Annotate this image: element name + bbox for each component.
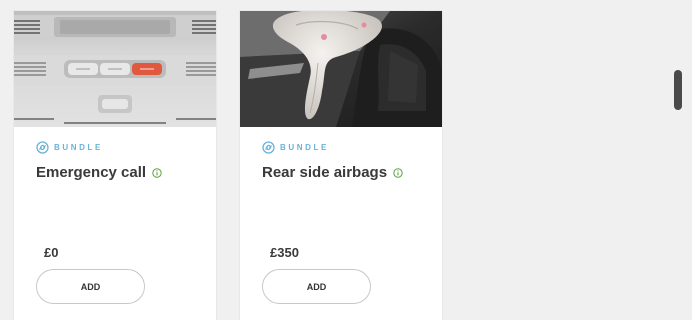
card-title-row: Emergency call (36, 164, 162, 181)
card-image (14, 11, 216, 127)
bundle-label: BUNDLE (280, 143, 329, 152)
overhead-console-image (14, 11, 216, 127)
link-icon (262, 141, 275, 154)
card-price: £0 (44, 245, 59, 260)
add-button[interactable]: ADD (36, 269, 145, 304)
card-title: Emergency call (36, 164, 147, 181)
card-price: £350 (270, 245, 299, 260)
card-title-row: Rear side airbags (262, 164, 403, 181)
card-title: Rear side airbags (262, 164, 388, 181)
scrollbar-thumb[interactable] (674, 70, 682, 110)
card-image (240, 11, 442, 127)
airbag-image (240, 11, 442, 127)
info-icon[interactable] (152, 167, 162, 178)
link-icon (36, 141, 49, 154)
bundle-tag: BUNDLE (36, 141, 103, 154)
option-card-rear-side-airbags: BUNDLE Rear side airbags £350 ADD (240, 11, 442, 320)
option-card-emergency-call: BUNDLE Emergency call £0 ADD (14, 11, 216, 320)
bundle-tag: BUNDLE (262, 141, 329, 154)
add-button[interactable]: ADD (262, 269, 371, 304)
info-icon[interactable] (393, 167, 403, 178)
product-options-view: BUNDLE Emergency call £0 ADD BUNDLE Rear… (0, 0, 692, 320)
bundle-label: BUNDLE (54, 143, 103, 152)
